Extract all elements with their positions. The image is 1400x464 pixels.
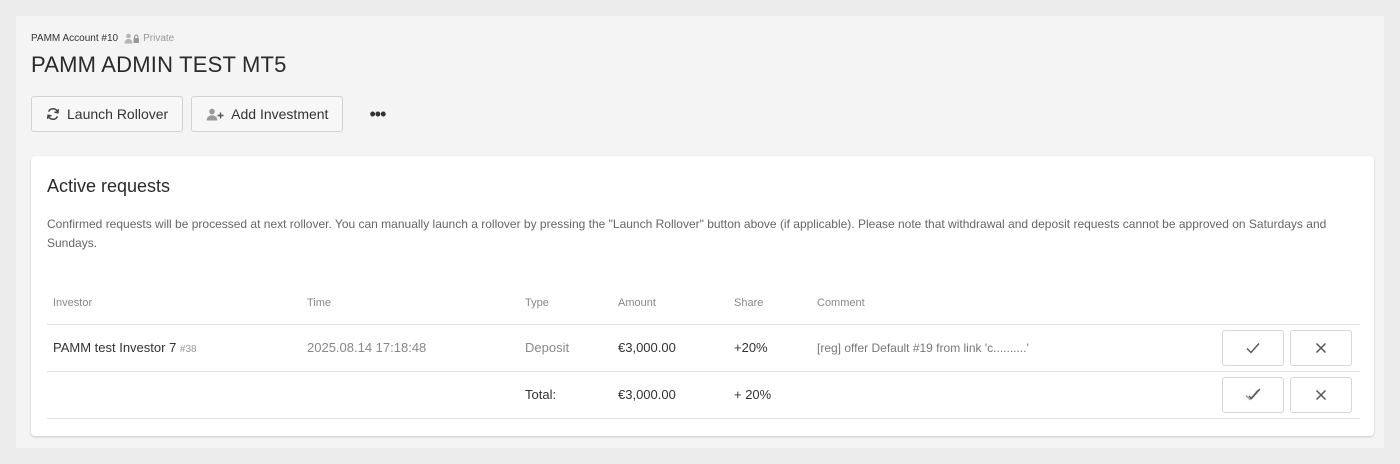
visibility-label: Private bbox=[143, 33, 175, 44]
active-requests-card: Active requests Confirmed requests will … bbox=[31, 156, 1374, 436]
table-row: PAMM test Investor 7 #38 2025.08.14 17:1… bbox=[47, 324, 1360, 372]
toolbar: Launch Rollover Add Investment ••• bbox=[31, 96, 393, 132]
column-header-type: Type bbox=[519, 282, 612, 325]
column-header-comment: Comment bbox=[811, 282, 1191, 325]
close-icon bbox=[1315, 342, 1327, 353]
private-users-icon bbox=[124, 33, 140, 44]
column-header-amount: Amount bbox=[612, 282, 728, 325]
approve-all-button[interactable] bbox=[1222, 376, 1284, 413]
approve-button[interactable] bbox=[1222, 329, 1284, 366]
column-header-actions bbox=[1191, 282, 1360, 325]
reject-all-button[interactable] bbox=[1290, 376, 1352, 413]
add-user-icon bbox=[206, 108, 224, 120]
investor-id: #38 bbox=[179, 344, 197, 355]
investor-name[interactable]: PAMM test Investor 7 bbox=[53, 340, 176, 355]
column-header-time: Time bbox=[301, 282, 519, 325]
add-investment-button[interactable]: Add Investment bbox=[191, 96, 344, 132]
launch-rollover-label: Launch Rollover bbox=[67, 106, 169, 122]
share-cell: +20% bbox=[728, 324, 811, 372]
total-share: + 20% bbox=[728, 371, 811, 419]
type-cell: Deposit bbox=[519, 324, 612, 372]
requests-table: Investor Time Type Amount Share Comment … bbox=[47, 282, 1360, 419]
double-check-icon bbox=[1245, 388, 1261, 401]
investor-cell: PAMM test Investor 7 #38 bbox=[47, 324, 301, 372]
account-header: PAMM Account #10 Private bbox=[31, 33, 174, 44]
total-label: Total: bbox=[519, 371, 612, 419]
time-cell: 2025.08.14 17:18:48 bbox=[301, 324, 519, 372]
more-options-button[interactable]: ••• bbox=[361, 96, 393, 132]
card-title: Active requests bbox=[47, 176, 171, 196]
total-actions-cell bbox=[1191, 371, 1360, 419]
total-row: Total: €3,000.00 + 20% bbox=[47, 371, 1360, 419]
amount-cell: €3,000.00 bbox=[612, 324, 728, 372]
reject-button[interactable] bbox=[1290, 329, 1352, 366]
column-header-share: Share bbox=[728, 282, 811, 325]
account-label: PAMM Account #10 bbox=[31, 33, 119, 44]
total-amount: €3,000.00 bbox=[612, 371, 728, 419]
card-description: Confirmed requests will be processed at … bbox=[47, 217, 1327, 250]
close-icon bbox=[1315, 389, 1327, 400]
column-header-investor: Investor bbox=[47, 282, 301, 325]
table-header-row: Investor Time Type Amount Share Comment bbox=[47, 282, 1360, 325]
launch-rollover-button[interactable]: Launch Rollover bbox=[31, 96, 184, 132]
visibility-badge: Private bbox=[124, 33, 174, 44]
row-actions-cell bbox=[1191, 324, 1360, 372]
check-icon bbox=[1246, 342, 1260, 354]
refresh-icon bbox=[46, 108, 60, 120]
add-investment-label: Add Investment bbox=[231, 106, 329, 122]
page-title: PAMM ADMIN TEST MT5 bbox=[31, 52, 287, 77]
pamm-account-page: PAMM Account #10 Private PAMM ADMIN TEST… bbox=[16, 16, 1384, 448]
comment-cell: [reg] offer Default #19 from link 'c....… bbox=[811, 324, 1191, 372]
